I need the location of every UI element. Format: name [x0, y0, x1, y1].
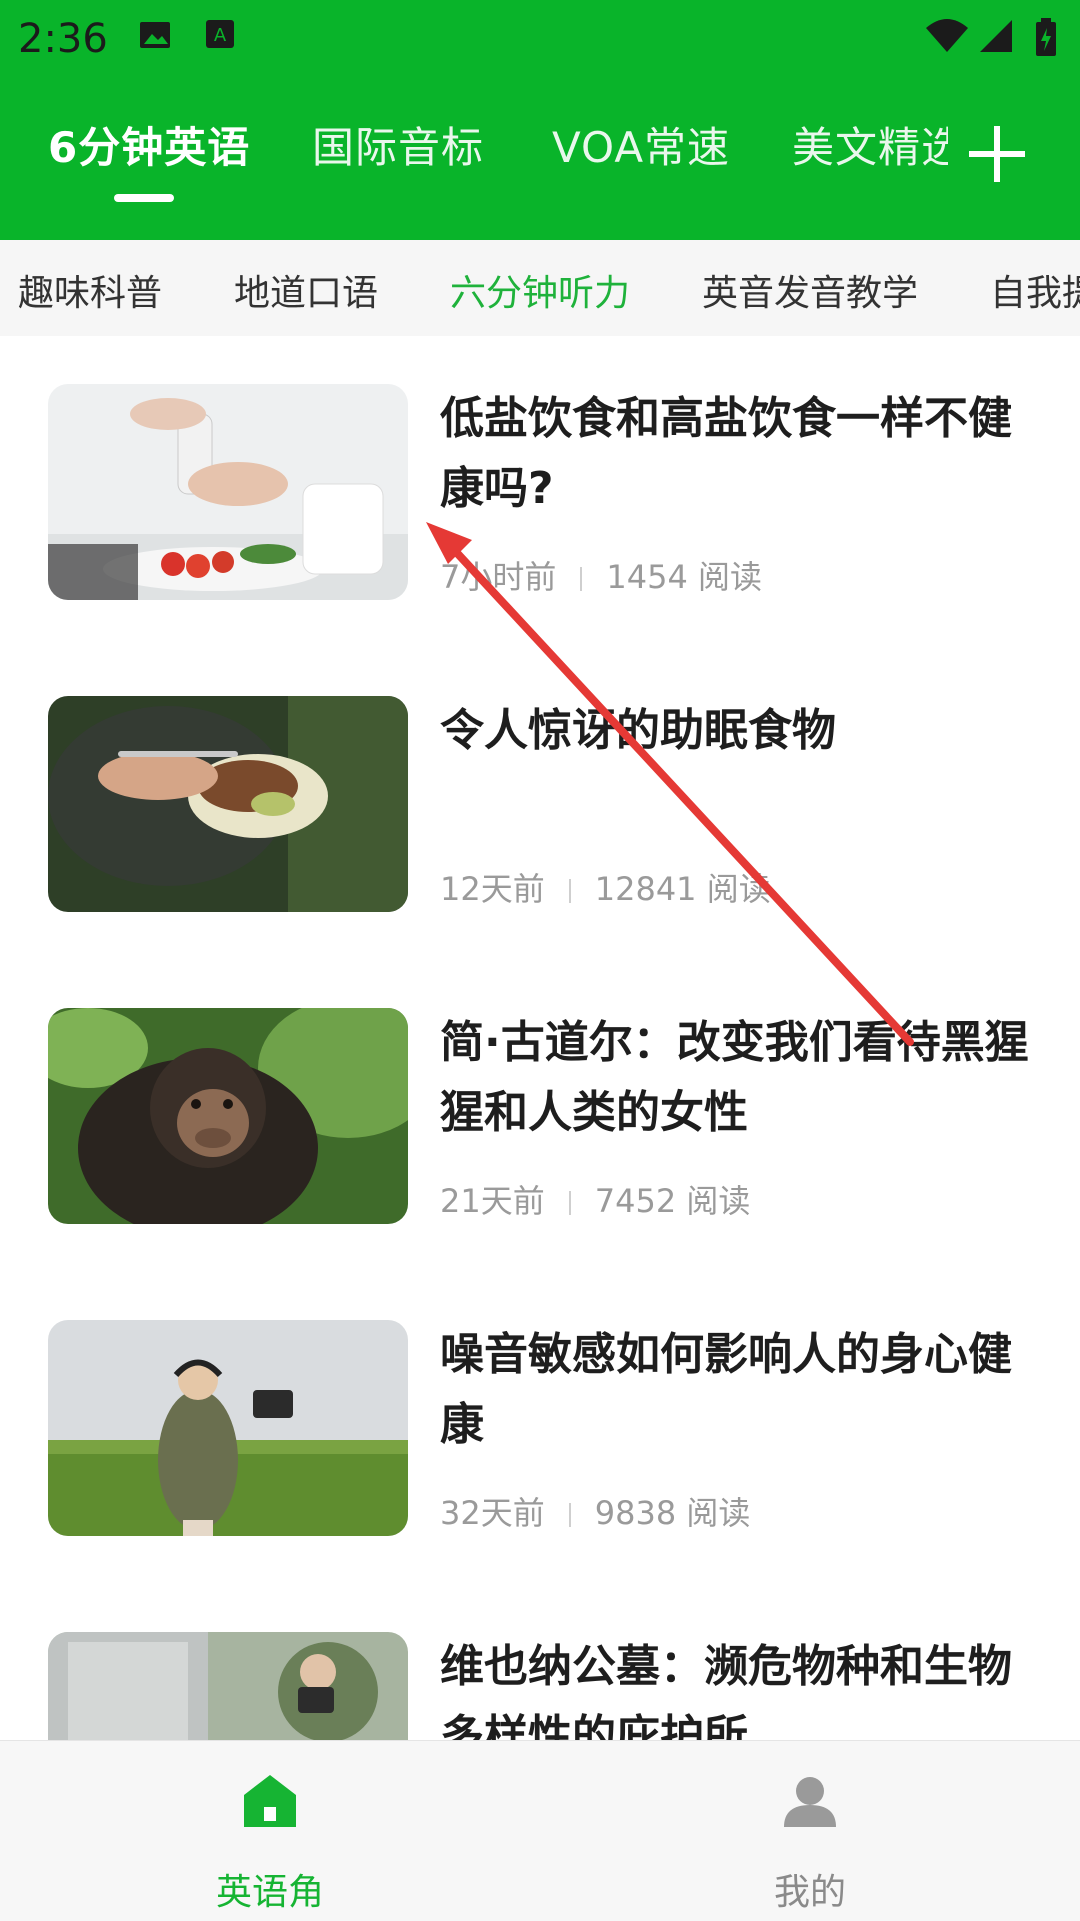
person-icon [780, 1771, 840, 1835]
article-meta: 12天前 12841 阅读 [440, 864, 771, 910]
article-item[interactable]: 维也纳公墓：濒危物种和生物多样性的庇护所 [0, 1632, 1080, 1740]
image-notification-icon [138, 18, 172, 56]
subtab-british-pronunciation[interactable]: 英音发音教学 [702, 264, 918, 316]
meta-divider [568, 1503, 571, 1527]
article-meta: 21天前 7452 阅读 [440, 1176, 750, 1222]
subtab-6min-listening[interactable]: 六分钟听力 [450, 264, 630, 316]
battery-charging-icon [1034, 18, 1058, 62]
tab-essays[interactable]: 美文精选 [792, 114, 948, 175]
article-reads: 12841 阅读 [594, 870, 771, 908]
nav-label: 我的 [773, 1872, 846, 1913]
article-title: 低盐饮食和高盐饮食一样不健康吗? [440, 393, 1012, 514]
article-meta: 7小时前 1454 阅读 [440, 552, 762, 598]
tab-phonetics[interactable]: 国际音标 [312, 114, 484, 175]
article-thumbnail [48, 1008, 408, 1224]
meta-divider [580, 567, 583, 591]
article-reads: 7452 阅读 [594, 1182, 751, 1220]
nav-english-corner[interactable]: 英语角 [120, 1753, 420, 1913]
article-title: 令人惊讶的助眠食物 [440, 705, 836, 756]
tab-6min-english[interactable]: 6分钟英语 [48, 114, 250, 175]
meta-divider [568, 1191, 571, 1215]
article-title: 噪音敏感如何影响人的身心健康 [440, 1329, 1012, 1450]
article-item[interactable]: 低盐饮食和高盐饮食一样不健康吗? 7小时前 1454 阅读 [0, 384, 1080, 696]
article-reads: 9838 阅读 [594, 1494, 751, 1532]
top-header: 2:36 A 6分钟英语 国际音标 VOA常速 美文精选 [0, 0, 1080, 240]
article-item[interactable]: 简·古道尔：改变我们看待黑猩猩和人类的女性 21天前 7452 阅读 [0, 1008, 1080, 1320]
article-time: 21天前 [440, 1182, 545, 1220]
tab-voa[interactable]: VOA常速 [552, 114, 730, 175]
article-thumbnail [48, 384, 408, 600]
status-bar: 2:36 A [0, 0, 1080, 72]
article-time: 7小时前 [440, 558, 557, 596]
article-title: 维也纳公墓：濒危物种和生物多样性的庇护所 [440, 1641, 1012, 1740]
app-notification-icon: A [204, 18, 236, 54]
article-thumbnail [48, 1632, 408, 1740]
article-reads: 1454 阅读 [606, 558, 762, 596]
subcategory-tabs: 趣味科普 地道口语 六分钟听力 英音发音教学 自我提 [0, 240, 1080, 336]
article-meta: 32天前 9838 阅读 [440, 1488, 750, 1534]
subtab-self-improvement[interactable]: 自我提 [990, 264, 1080, 316]
cellular-signal-icon [978, 18, 1014, 58]
wifi-icon [924, 18, 970, 58]
subtab-fun-science[interactable]: 趣味科普 [18, 264, 162, 316]
bottom-navigation: 英语角 我的 [0, 1740, 1080, 1921]
category-tabs: 6分钟英语 国际音标 VOA常速 美文精选 [0, 100, 1080, 220]
meta-divider [568, 879, 571, 903]
subtab-spoken-english[interactable]: 地道口语 [234, 264, 378, 316]
home-icon [240, 1771, 300, 1835]
article-item[interactable]: 令人惊讶的助眠食物 12天前 12841 阅读 [0, 696, 1080, 1008]
add-category-button[interactable] [966, 124, 1026, 184]
article-thumbnail [48, 696, 408, 912]
article-list: 低盐饮食和高盐饮食一样不健康吗? 7小时前 1454 阅读 令人惊讶的助眠食物 1… [0, 336, 1080, 1740]
status-time: 2:36 [18, 16, 108, 62]
svg-text:A: A [214, 25, 227, 46]
nav-me[interactable]: 我的 [660, 1753, 960, 1913]
nav-label: 英语角 [215, 1872, 324, 1913]
article-item[interactable]: 噪音敏感如何影响人的身心健康 32天前 9838 阅读 [0, 1320, 1080, 1632]
active-tab-indicator [114, 194, 174, 202]
article-time: 32天前 [440, 1494, 545, 1532]
article-time: 12天前 [440, 870, 545, 908]
article-title: 简·古道尔：改变我们看待黑猩猩和人类的女性 [440, 1017, 1029, 1138]
article-thumbnail [48, 1320, 408, 1536]
